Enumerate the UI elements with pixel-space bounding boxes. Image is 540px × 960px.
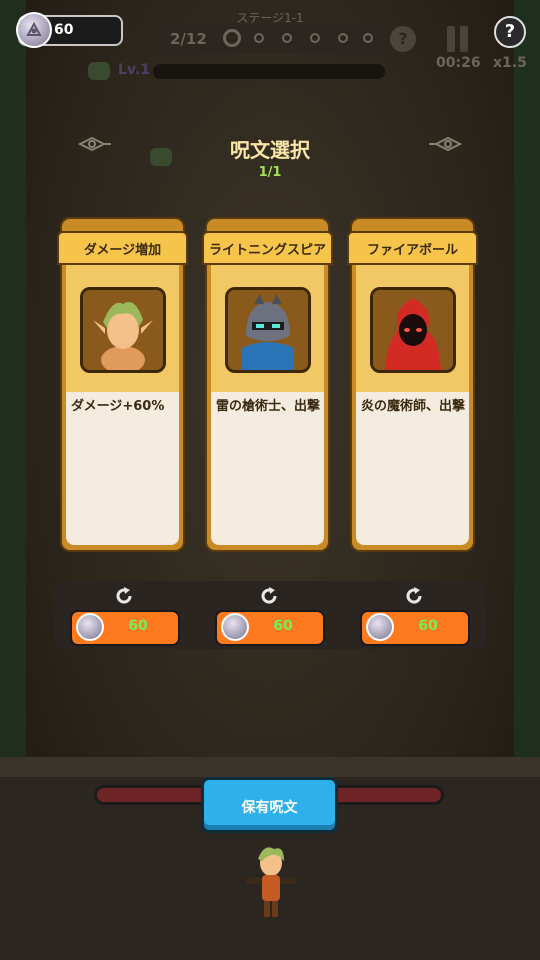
wave-marker (282, 33, 292, 43)
xp-bar (153, 64, 385, 79)
wave-marker (363, 33, 373, 43)
owned-spells-label: 保有呪文 (241, 800, 298, 816)
spell-card-damage-up[interactable]: ダメージ増加 ダメージ+60% (57, 217, 188, 552)
castle-wall (0, 757, 540, 777)
pick-count: 1/1 (258, 165, 282, 180)
ornament-right-icon (429, 136, 462, 152)
gem-icon (76, 613, 104, 641)
card-description: 雷の槍術士、出撃 (216, 399, 321, 414)
pause-button[interactable] (445, 26, 471, 52)
reroll-price: 60 (273, 618, 293, 634)
gem-icon (366, 613, 394, 641)
card-description: 炎の魔術師、出撃 (361, 399, 466, 414)
speed-toggle[interactable]: x1.5 (493, 55, 527, 71)
help-button[interactable]: ? (494, 16, 526, 48)
spell-card-fireball[interactable]: ファイアボール 炎の魔術師、出撃 (347, 217, 478, 552)
card-title: ダメージ増加 (83, 243, 162, 258)
forest-edge-right (514, 0, 540, 760)
wave-marker (310, 33, 320, 43)
pause-icon (460, 26, 468, 52)
pause-icon (447, 26, 455, 52)
card-title: ファイアボール (366, 243, 458, 258)
reroll-price: 60 (128, 618, 148, 634)
hero-character (246, 847, 296, 917)
armored-knight-portrait-icon (225, 287, 311, 373)
goblin-enemy (88, 62, 110, 80)
card-description: ダメージ+60% (71, 399, 165, 414)
forest-edge-left (0, 0, 26, 760)
gem-icon (221, 613, 249, 641)
battle-timer: 00:26 (436, 55, 481, 71)
wave-info-icon[interactable]: ? (390, 26, 416, 52)
reroll-icon (261, 587, 277, 604)
wave-counter: 2/12 (170, 30, 207, 48)
reroll-icon (406, 587, 422, 604)
reroll-price: 60 (418, 618, 438, 634)
wave-marker (338, 33, 348, 43)
wave-marker (254, 33, 264, 43)
fire-mage-portrait-icon (370, 287, 456, 373)
current-wave-marker (223, 29, 241, 47)
card-title: ライトニングスピア (208, 243, 326, 258)
level-label: Lv.1 (118, 62, 150, 78)
spell-card-lightning-spear[interactable]: ライトニングスピア 雷の槍術士、出撃 (202, 217, 333, 552)
reroll-icon (116, 587, 132, 604)
elf-archer-portrait-icon (80, 287, 166, 373)
